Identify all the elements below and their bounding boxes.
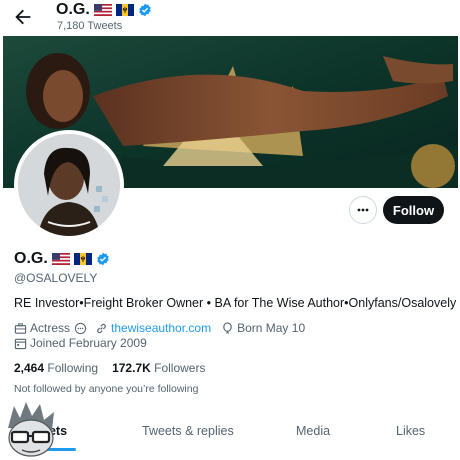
profile-name-row: O.G. (14, 250, 110, 268)
profile-handle: @OSALOVELY (14, 271, 98, 285)
barbados-flag-icon (115, 4, 134, 16)
tab-media[interactable]: Media (296, 424, 330, 438)
more-options-button[interactable] (349, 196, 377, 224)
tab-tweets-replies[interactable]: Tweets & replies (142, 424, 234, 438)
balloon-icon (223, 321, 232, 334)
not-followed-notice: Not followed by anyone you’re following (14, 383, 199, 395)
profile-meta-row: Actress thewiseauthor.com Born May 10 (14, 321, 315, 335)
profile-display-name: O.G. (14, 250, 48, 267)
tweet-count: 7,180 Tweets (57, 20, 123, 32)
mascot-watermark (8, 402, 54, 457)
website-item[interactable]: thewiseauthor.com (95, 321, 211, 335)
arrow-left-icon[interactable] (12, 6, 34, 28)
briefcase-icon (14, 322, 27, 334)
joined-text: Joined February 2009 (30, 336, 147, 350)
following-count: 2,464 (14, 361, 45, 375)
profile-bio: RE Investor•Freight Broker Owner • BA fo… (14, 296, 460, 310)
avatar-image (18, 134, 120, 236)
more-dots-icon (357, 208, 369, 212)
top-bar: O.G. 7,180 Tweets (0, 0, 460, 36)
follow-stats: 2,464 Following 172.7K Followers (14, 361, 205, 375)
birthday-text: Born May 10 (237, 321, 306, 335)
birthday-item: Born May 10 (221, 321, 305, 335)
followers-label: Followers (154, 361, 206, 375)
profile-tabs: eets Tweets & replies Media Likes (0, 418, 460, 460)
category-item: Actress (14, 321, 70, 335)
us-flag-icon (93, 4, 112, 16)
following-stat[interactable]: 2,464 Following (14, 361, 98, 375)
category-info-icon[interactable] (74, 322, 87, 335)
link-icon (97, 323, 106, 333)
us-flag-icon (51, 253, 70, 265)
category-text: Actress (30, 321, 71, 335)
barbados-flag-icon (73, 253, 92, 265)
profile-joined-row: Joined February 2009 (14, 336, 157, 350)
website-link[interactable]: thewiseauthor.com (111, 321, 211, 335)
bio-text: RE Investor•Freight Broker Owner • BA fo… (14, 296, 457, 310)
following-label: Following (47, 361, 99, 375)
follow-button[interactable]: Follow (383, 196, 444, 224)
header-name: O.G. (56, 1, 90, 18)
followers-count: 172.7K (112, 361, 151, 375)
header-name-row: O.G. (56, 1, 152, 19)
verified-badge-icon (97, 252, 109, 266)
followers-stat[interactable]: 172.7K Followers (112, 361, 205, 375)
tab-likes[interactable]: Likes (396, 424, 425, 438)
calendar-icon (14, 338, 27, 349)
verified-badge-icon (139, 3, 151, 17)
profile-avatar[interactable] (14, 130, 124, 240)
joined-item: Joined February 2009 (14, 336, 147, 350)
